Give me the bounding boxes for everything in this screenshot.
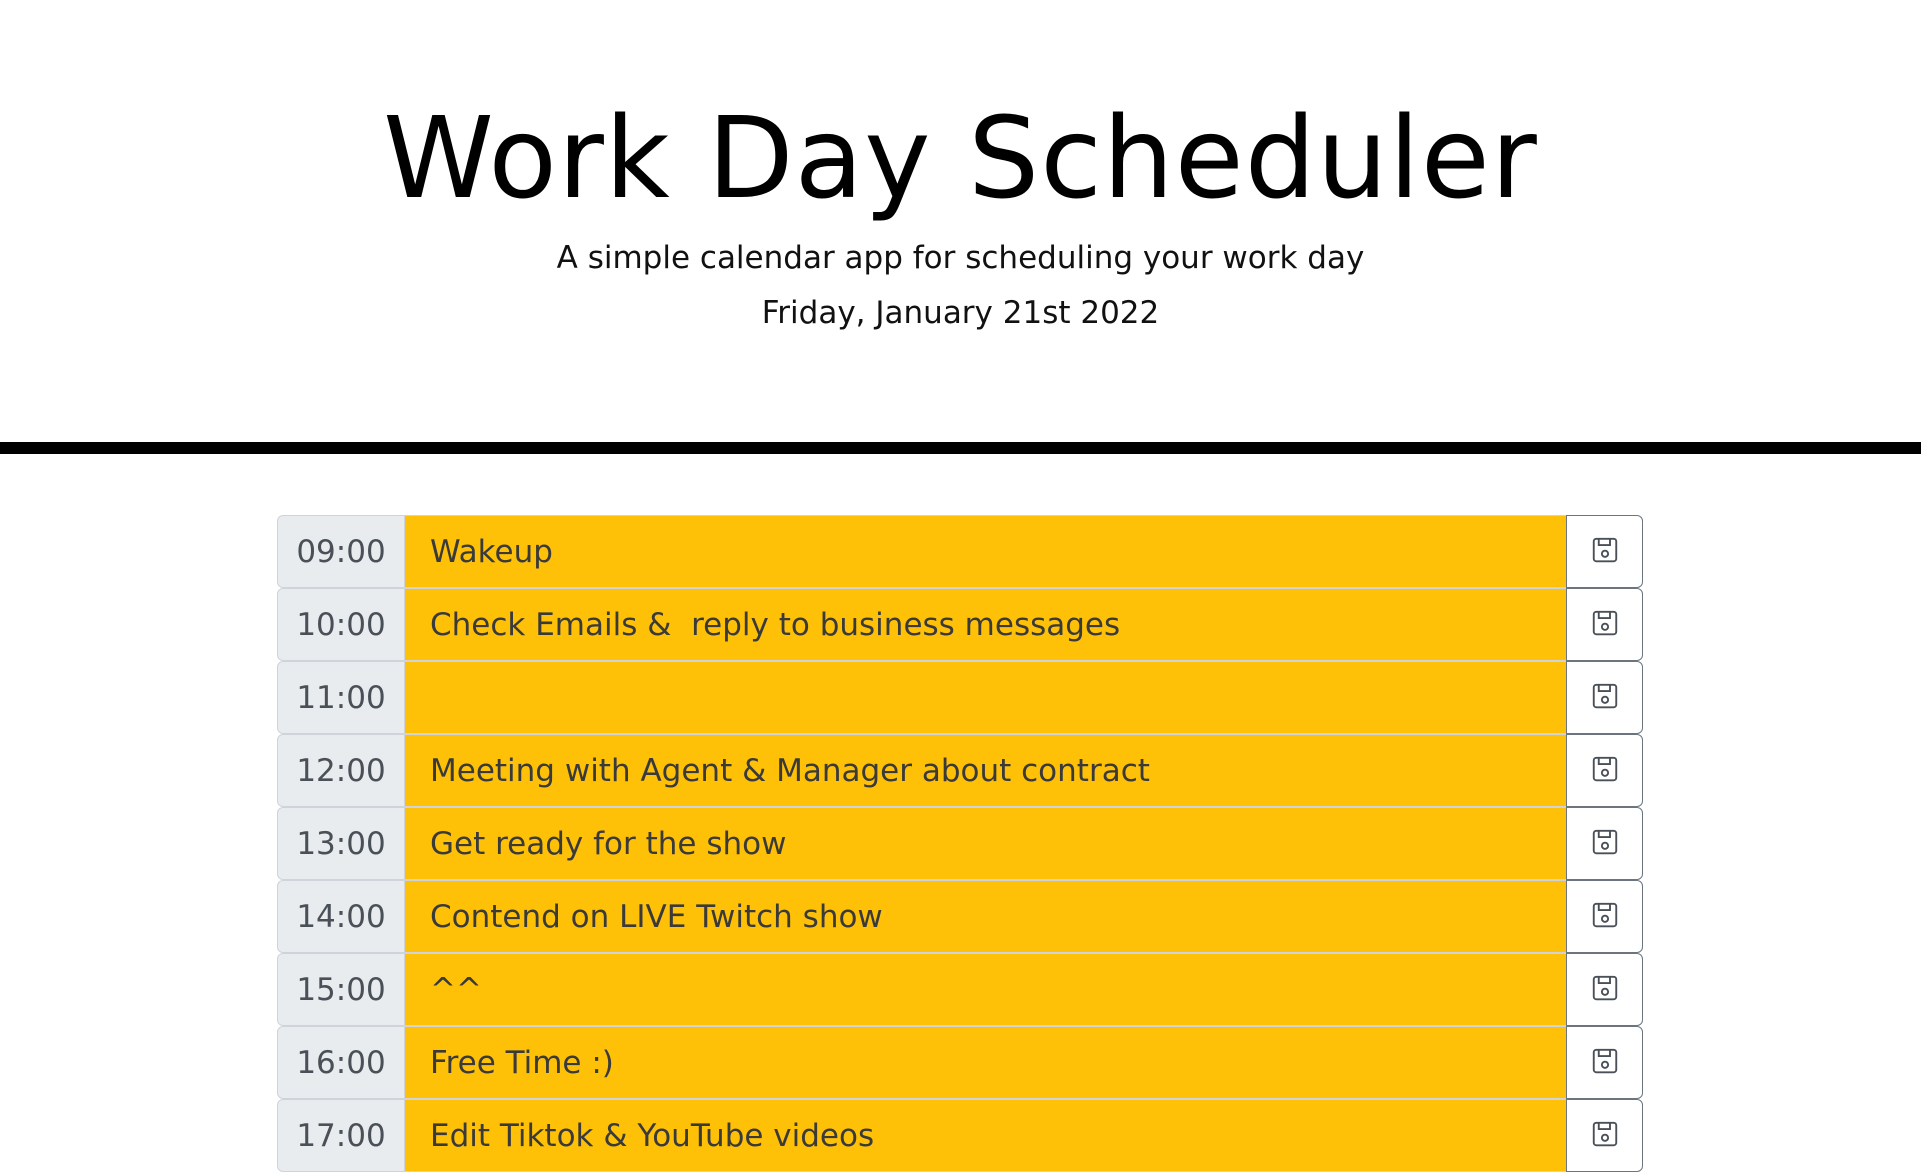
description-input[interactable]: Contend on LIVE Twitch show [405, 880, 1566, 953]
floppy-disk-icon [1590, 535, 1620, 569]
time-block: 13:00 Get ready for the show [277, 807, 1643, 880]
floppy-disk-icon [1590, 1119, 1620, 1153]
save-button[interactable] [1566, 807, 1643, 880]
floppy-disk-icon [1590, 608, 1620, 642]
floppy-disk-icon [1590, 973, 1620, 1007]
save-button[interactable] [1566, 588, 1643, 661]
header: Work Day Scheduler A simple calendar app… [0, 0, 1921, 454]
hour-label: 12:00 [277, 734, 405, 807]
hour-label: 09:00 [277, 515, 405, 588]
time-block: 17:00 Edit Tiktok & YouTube videos [277, 1099, 1643, 1172]
save-button[interactable] [1566, 880, 1643, 953]
time-block: 09:00 Wakeup [277, 515, 1643, 588]
save-button[interactable] [1566, 953, 1643, 1026]
description-input[interactable]: ^^ [405, 953, 1566, 1026]
current-day: Friday, January 21st 2022 [761, 295, 1160, 331]
hour-label: 15:00 [277, 953, 405, 1026]
description-input[interactable]: Wakeup [405, 515, 1566, 588]
time-block: 16:00 Free Time :) [277, 1026, 1643, 1099]
scheduler-container: 09:00 Wakeup 10:00 Check Emails & reply … [277, 515, 1643, 1172]
hour-label: 11:00 [277, 661, 405, 734]
floppy-disk-icon [1590, 900, 1620, 934]
hour-label: 17:00 [277, 1099, 405, 1172]
hour-label: 13:00 [277, 807, 405, 880]
hour-label: 10:00 [277, 588, 405, 661]
description-input[interactable]: Edit Tiktok & YouTube videos [405, 1099, 1566, 1172]
floppy-disk-icon [1590, 1046, 1620, 1080]
description-input[interactable] [405, 661, 1566, 734]
time-block: 15:00 ^^ [277, 953, 1643, 1026]
time-block: 10:00 Check Emails & reply to business m… [277, 588, 1643, 661]
save-button[interactable] [1566, 1099, 1643, 1172]
floppy-disk-icon [1590, 754, 1620, 788]
save-button[interactable] [1566, 661, 1643, 734]
time-block: 14:00 Contend on LIVE Twitch show [277, 880, 1643, 953]
page-subtitle: A simple calendar app for scheduling you… [556, 240, 1365, 276]
description-input[interactable]: Meeting with Agent & Manager about contr… [405, 734, 1566, 807]
save-button[interactable] [1566, 1026, 1643, 1099]
description-input[interactable]: Get ready for the show [405, 807, 1566, 880]
floppy-disk-icon [1590, 681, 1620, 715]
page-title: Work Day Scheduler [383, 94, 1538, 224]
save-button[interactable] [1566, 515, 1643, 588]
description-input[interactable]: Check Emails & reply to business message… [405, 588, 1566, 661]
save-button[interactable] [1566, 734, 1643, 807]
time-block: 11:00 [277, 661, 1643, 734]
description-input[interactable]: Free Time :) [405, 1026, 1566, 1099]
floppy-disk-icon [1590, 827, 1620, 861]
time-block: 12:00 Meeting with Agent & Manager about… [277, 734, 1643, 807]
hour-label: 16:00 [277, 1026, 405, 1099]
hour-label: 14:00 [277, 880, 405, 953]
